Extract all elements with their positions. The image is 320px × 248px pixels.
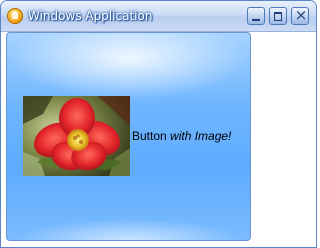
button-label: Button with Image! — [132, 129, 231, 143]
minimize-button[interactable] — [247, 7, 265, 25]
client-area: Button with Image! — [4, 32, 315, 246]
tulip-photo — [23, 96, 130, 176]
close-icon: × — [294, 6, 308, 24]
maximize-icon — [274, 12, 282, 21]
button-label-italic: with Image! — [170, 129, 232, 143]
close-button[interactable]: × — [291, 7, 309, 25]
minimize-icon — [252, 19, 260, 21]
app-icon[interactable] — [7, 8, 23, 24]
image-button[interactable]: Button with Image! — [6, 32, 251, 241]
application-window: Windows Application × Button with Image! — [0, 0, 317, 248]
title-bar[interactable]: Windows Application × — [1, 1, 316, 32]
button-label-plain: Button — [132, 129, 171, 143]
maximize-button[interactable] — [269, 7, 287, 25]
window-title: Windows Application — [28, 9, 153, 23]
